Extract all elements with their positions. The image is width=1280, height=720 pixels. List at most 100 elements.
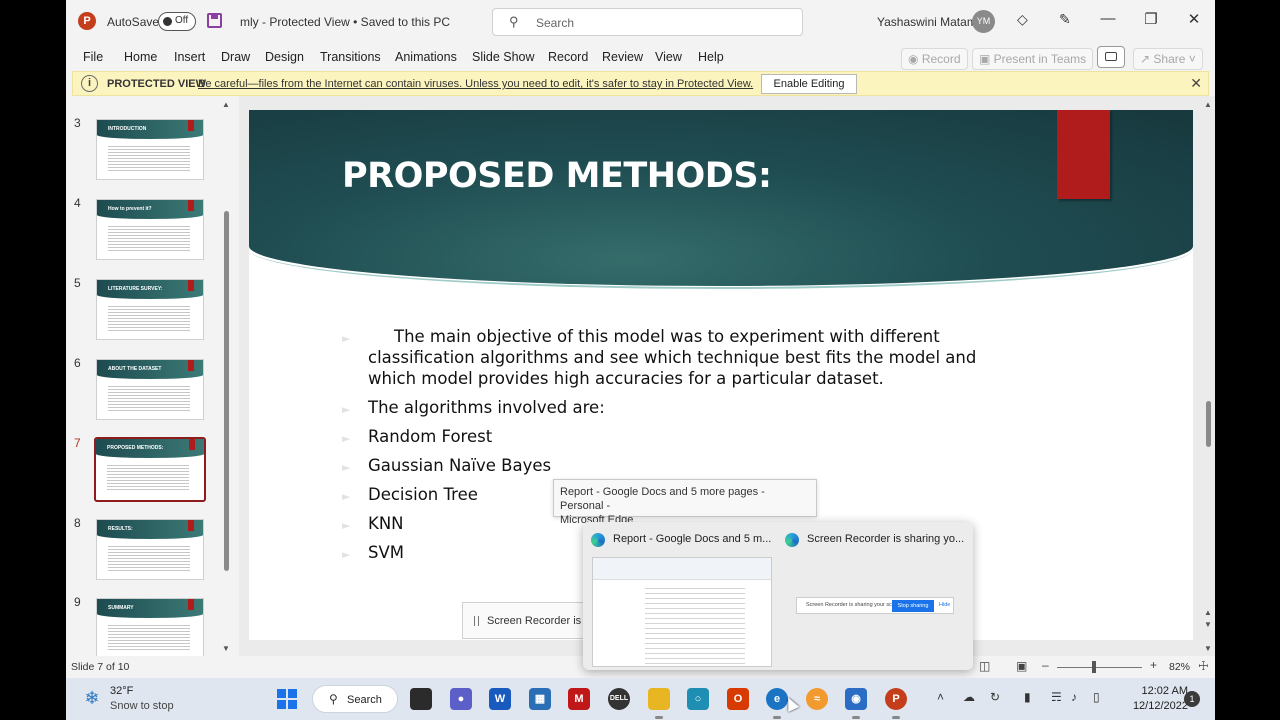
document-preview — [645, 584, 745, 666]
comments-button[interactable] — [1097, 46, 1125, 68]
slide-thumbnail-selected[interactable]: PROPOSED METHODS: — [94, 437, 206, 502]
zoom-slider[interactable] — [1057, 667, 1142, 668]
restore-icon[interactable]: ❐ — [1141, 10, 1161, 28]
volume-icon[interactable]: ♪ — [1071, 690, 1077, 704]
onedrive-icon[interactable]: ☁ — [963, 690, 975, 704]
avatar[interactable]: YM — [972, 10, 995, 33]
zoom-in-icon[interactable]: + — [1150, 658, 1157, 672]
tab-insert[interactable]: Insert — [174, 50, 205, 64]
tab-transitions[interactable]: Transitions — [320, 50, 381, 64]
battery-icon[interactable]: ▯ — [1093, 690, 1100, 704]
thumbnail-text — [108, 144, 190, 172]
slide-thumbnail[interactable]: How to prevent it? — [96, 199, 204, 260]
minimize-icon[interactable]: — — [1098, 10, 1118, 27]
weather-description[interactable]: Snow to stop — [110, 700, 174, 712]
editor-scrollbar[interactable]: ▲ ▲ ▼ ▼ — [1203, 96, 1215, 656]
powerpoint-taskbar-icon[interactable]: P — [885, 688, 907, 719]
document-title: mly - Protected View • Saved to this PC — [240, 15, 451, 29]
office-icon[interactable]: O — [727, 688, 749, 710]
fit-to-window-icon[interactable]: ☩ — [1198, 659, 1209, 673]
tab-home[interactable]: Home — [124, 50, 157, 64]
teams-icon[interactable]: ● — [450, 688, 472, 710]
thumbnail-text — [108, 384, 190, 412]
chevron-up-icon[interactable]: ˄ — [937, 690, 944, 704]
sharing-bar[interactable]: Screen Recorder is sharing your screen. … — [796, 597, 954, 614]
start-button-icon[interactable] — [277, 689, 297, 709]
tab-design[interactable]: Design — [265, 50, 304, 64]
bullet-item: Gaussian Naïve Bayes — [342, 455, 1022, 478]
enable-editing-button[interactable]: Enable Editing — [761, 74, 857, 94]
tab-slide-show[interactable]: Slide Show — [472, 50, 535, 64]
scroll-down-icon[interactable]: ▼ — [222, 644, 230, 653]
slide-title: PROPOSED METHODS: — [342, 156, 772, 196]
thumbnail-number: 3 — [74, 116, 81, 130]
word-icon[interactable]: W — [489, 688, 511, 710]
store-icon[interactable]: ▦ — [529, 688, 551, 710]
sync-icon[interactable]: ↻ — [990, 690, 1000, 704]
reading-view-icon[interactable]: ◫ — [979, 659, 990, 673]
record-button[interactable]: ◉ Record — [901, 48, 968, 70]
zoom-slider-handle[interactable] — [1092, 661, 1096, 673]
pen-icon[interactable]: ✎ — [1059, 11, 1071, 28]
preview-title-2[interactable]: Screen Recorder is sharing yo... — [807, 533, 964, 545]
tab-help[interactable]: Help — [698, 50, 724, 64]
mcafee-icon[interactable]: M — [568, 688, 590, 710]
thumbnail-number: 5 — [74, 276, 81, 290]
stop-sharing-button[interactable]: Stop sharing — [892, 600, 934, 612]
accent-bar — [188, 280, 194, 291]
thumbnail-title: RESULTS: — [108, 526, 133, 532]
slide-thumbnail[interactable]: ABOUT THE DATASET — [96, 359, 204, 420]
tab-review[interactable]: Review — [602, 50, 643, 64]
scroll-up-icon[interactable]: ▲ — [1204, 100, 1212, 109]
tab-view[interactable]: View — [655, 50, 682, 64]
app-icon[interactable]: ○ — [687, 688, 709, 710]
hide-button[interactable]: Hide — [939, 602, 950, 608]
diamond-icon[interactable]: ◇ — [1017, 11, 1028, 28]
close-icon[interactable]: ✕ — [1190, 75, 1202, 92]
next-slide-icon[interactable]: ▼ — [1204, 620, 1212, 629]
clock-time[interactable]: 12:02 AM — [1128, 685, 1188, 697]
screen-recorder-popup[interactable]: Screen Recorder is sh — [462, 602, 585, 639]
protected-view-bar: i PROTECTED VIEW Be careful—files from t… — [72, 71, 1209, 96]
save-icon[interactable] — [207, 13, 222, 28]
thumbnail-scrollbar[interactable] — [224, 211, 229, 571]
close-icon[interactable]: ✕ — [1184, 10, 1204, 28]
autosave-toggle[interactable]: Off — [158, 12, 196, 31]
zoom-out-icon[interactable]: – — [1042, 658, 1049, 672]
clock-date[interactable]: 12/12/2022 — [1118, 700, 1188, 712]
screen-recorder-icon[interactable]: ◉ — [845, 688, 867, 719]
slide-thumbnail[interactable]: SUMMARY — [96, 598, 204, 659]
ribbon-tabs: File Home Insert Draw Design Transitions… — [66, 44, 1215, 72]
preview-thumbnail-1[interactable] — [592, 557, 772, 667]
dell-icon[interactable]: DELL — [608, 688, 630, 710]
tab-file[interactable]: File — [83, 50, 103, 64]
file-explorer-icon[interactable] — [648, 688, 670, 719]
snow-icon[interactable]: ❄ — [81, 687, 103, 709]
app-icon-orange[interactable]: ≈ — [806, 688, 828, 710]
present-in-teams-button[interactable]: ▣ Present in Teams — [972, 48, 1094, 70]
slide-thumbnail[interactable]: LITERATURE SURVEY: — [96, 279, 204, 340]
microphone-icon[interactable]: ▮ — [1024, 690, 1031, 704]
scroll-up-icon[interactable]: ▲ — [222, 100, 230, 109]
share-button[interactable]: ↗ Share ˅ — [1133, 48, 1203, 70]
scroll-down-icon[interactable]: ▼ — [1204, 644, 1212, 653]
weather-temperature[interactable]: 32°F — [110, 685, 133, 697]
taskbar-search[interactable]: ⚲ Search — [312, 685, 398, 713]
preview-title-1[interactable]: Report - Google Docs and 5 m... — [613, 533, 771, 545]
scrollbar-thumb[interactable] — [1206, 401, 1211, 447]
tab-draw[interactable]: Draw — [221, 50, 250, 64]
tab-record[interactable]: Record — [548, 50, 588, 64]
tab-animations[interactable]: Animations — [395, 50, 457, 64]
search-input[interactable]: ⚲ Search — [492, 8, 803, 36]
previous-slide-icon[interactable]: ▲ — [1204, 608, 1212, 617]
protected-view-message[interactable]: Be careful—files from the Internet can c… — [198, 78, 753, 90]
task-view-icon[interactable] — [410, 688, 432, 710]
user-name[interactable]: Yashaswini Matam — [877, 15, 977, 29]
zoom-level[interactable]: 82% — [1169, 661, 1190, 673]
slide-show-icon[interactable]: ▣ — [1016, 659, 1027, 673]
present-button-label: Present in Teams — [993, 52, 1087, 66]
slide-thumbnail[interactable]: INTRODUCTION — [96, 119, 204, 180]
notification-badge[interactable]: 1 — [1184, 691, 1200, 707]
wifi-icon[interactable]: ☴ — [1051, 690, 1062, 704]
slide-thumbnail[interactable]: RESULTS: — [96, 519, 204, 580]
